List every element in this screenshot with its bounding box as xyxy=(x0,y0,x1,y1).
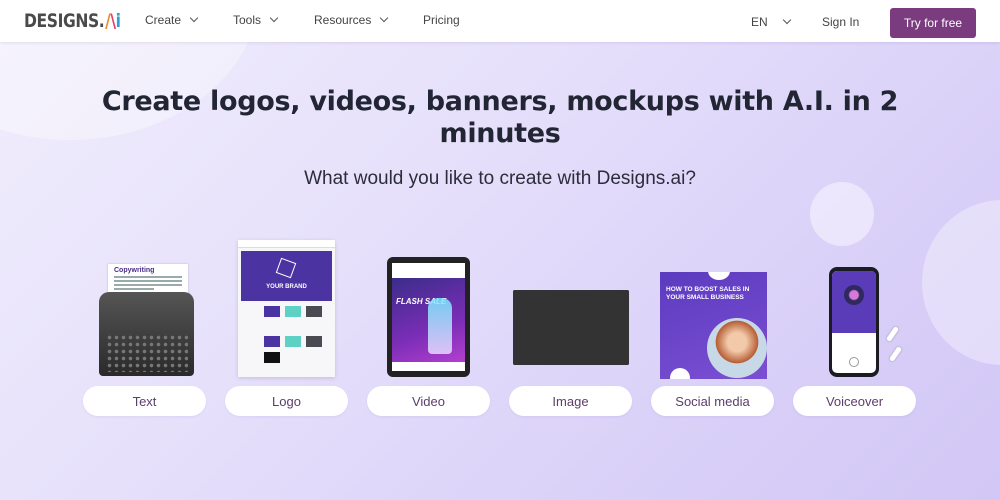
top-navbar: DESIGNS. / \ i Create Tools Resources Pric… xyxy=(0,0,1000,42)
language-label: EN xyxy=(751,15,768,29)
option-text[interactable]: Text xyxy=(83,386,206,416)
nav-resources[interactable]: Resources xyxy=(314,13,389,27)
typewriter-keys xyxy=(106,334,188,372)
chevron-down-icon xyxy=(269,13,279,23)
brand-guide-image: YOUR BRAND xyxy=(238,240,335,377)
background-circle xyxy=(922,200,1000,365)
option-voiceover[interactable]: Voiceover xyxy=(793,386,916,416)
play-icon xyxy=(849,357,859,367)
nav-create[interactable]: Create xyxy=(145,13,199,27)
phone-image xyxy=(829,267,879,377)
nav-pricing[interactable]: Pricing xyxy=(423,13,460,27)
earbud-icon xyxy=(885,326,900,342)
chevron-down-icon xyxy=(189,13,199,23)
chevron-down-icon xyxy=(782,15,791,25)
nav-create-label: Create xyxy=(145,13,182,27)
try-for-free-button[interactable]: Try for free xyxy=(890,8,976,38)
sign-in-link[interactable]: Sign In xyxy=(822,15,859,29)
nav-resources-label: Resources xyxy=(314,13,372,27)
logo-ai-mark: / \ i xyxy=(105,10,121,32)
designs-ai-logo[interactable]: DESIGNS. / \ i xyxy=(24,10,121,32)
chevron-down-icon xyxy=(380,13,389,23)
tablet-image: FLASH SALE xyxy=(387,257,470,377)
logo-text: DESIGNS. xyxy=(24,10,105,32)
nav-tools-label: Tools xyxy=(233,13,262,27)
option-logo[interactable]: Logo xyxy=(225,386,348,416)
social-post-headline: HOW TO BOOST SALES IN YOUR SMALL BUSINES… xyxy=(666,286,750,301)
option-video[interactable]: Video xyxy=(367,386,490,416)
portrait-image xyxy=(707,318,767,378)
option-image[interactable]: Image xyxy=(509,386,632,416)
hero-subtitle: What would you like to create with Desig… xyxy=(304,168,696,189)
nav-tools[interactable]: Tools xyxy=(233,13,279,27)
copywriting-title: Copywriting xyxy=(114,267,155,274)
nav-pricing-label: Pricing xyxy=(423,13,460,27)
background-circle xyxy=(810,182,874,246)
hero-title: Create logos, videos, banners, mockups w… xyxy=(101,86,899,149)
monitor-stand xyxy=(513,290,629,365)
social-post-image: HOW TO BOOST SALES IN YOUR SMALL BUSINES… xyxy=(660,272,767,379)
microphone-icon xyxy=(844,285,864,305)
option-social-media[interactable]: Social media xyxy=(651,386,774,416)
earbud-icon xyxy=(888,346,903,362)
language-selector[interactable]: EN xyxy=(751,15,791,29)
